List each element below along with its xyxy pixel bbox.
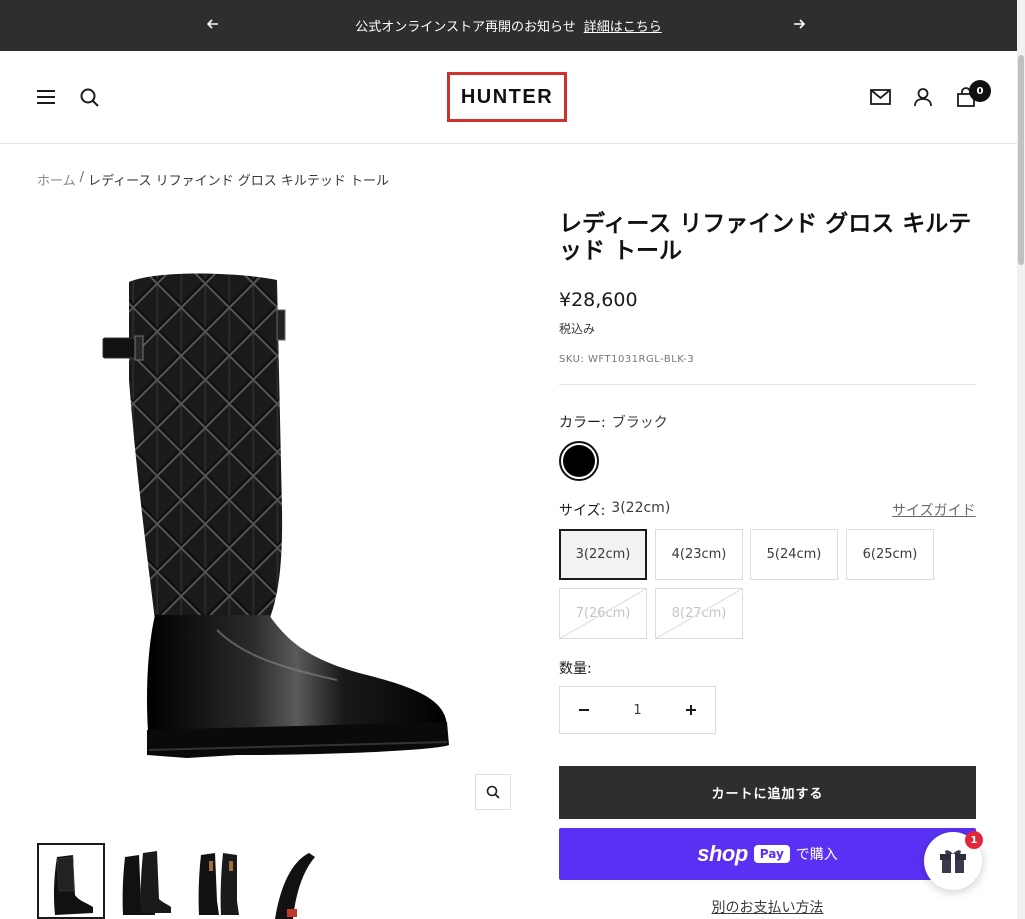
announcement-text: 公式オンラインストア再開のお知らせ [355, 20, 576, 35]
site-header: HUNTER [0, 51, 1017, 144]
quantity-label-row: 数量: [559, 658, 592, 678]
color-label-row: カラー: ブラック [559, 412, 668, 432]
size-label: サイズ: [559, 503, 606, 519]
quantity-stepper: 1 [559, 686, 716, 734]
shop-pay-button[interactable]: shop Pay で購入 [559, 828, 976, 880]
quantity-label: 数量: [559, 661, 592, 677]
breadcrumb-current: レディース リファインド グロス キルテッド トール [88, 174, 389, 189]
menu-icon[interactable] [35, 86, 57, 108]
logo-text: HUNTER [460, 85, 554, 108]
product-sku: SKU: WFT1031RGL-BLK-3 [559, 354, 695, 365]
add-to-cart-button[interactable]: カートに追加する [559, 766, 976, 819]
size-value: 3(22cm) [611, 500, 671, 516]
search-icon[interactable] [78, 86, 100, 108]
size-label-row: サイズ: 3(22cm) [559, 500, 670, 520]
product-price: ¥28,600 [559, 289, 638, 311]
gift-notification-badge: 1 [965, 831, 983, 849]
zoom-button[interactable] [475, 774, 511, 810]
shop-pay-buy-label: で購入 [795, 847, 838, 863]
product-main-image[interactable] [37, 210, 527, 830]
product-thumbnail[interactable] [37, 843, 105, 919]
size-option[interactable]: 3(22cm) [559, 529, 647, 580]
color-label: カラー: [559, 415, 606, 431]
account-icon[interactable] [912, 86, 934, 108]
size-option[interactable]: 5(24cm) [750, 529, 838, 580]
scrollbar-thumb[interactable] [1018, 55, 1024, 265]
tax-note: 税込み [559, 322, 596, 336]
breadcrumb-home[interactable]: ホーム [37, 170, 76, 189]
product-thumbnail[interactable] [189, 843, 257, 919]
announcement-message: 公式オンラインストア再開のお知らせ 詳細はこちら [355, 16, 662, 35]
product-thumbnail[interactable] [113, 843, 181, 919]
size-option-unavailable[interactable]: 8(27cm) [655, 588, 743, 639]
gift-icon [940, 850, 966, 873]
product-thumbnail[interactable] [265, 843, 333, 919]
breadcrumb: ホーム / レディース リファインド グロス キルテッド トール [37, 170, 389, 189]
size-option[interactable]: 6(25cm) [846, 529, 934, 580]
product-title: レディース リファインド グロス キルテッド トール [559, 211, 972, 264]
page-scrollbar[interactable] [1017, 0, 1025, 919]
quantity-value[interactable]: 1 [608, 703, 667, 718]
announcement-bar: 公式オンラインストア再開のお知らせ 詳細はこちら [0, 0, 1017, 51]
plus-icon[interactable] [667, 687, 715, 733]
cart-count-badge: 0 [969, 80, 991, 102]
size-option[interactable]: 4(23cm) [655, 529, 743, 580]
zoom-icon [486, 785, 500, 799]
shop-pay-logo-text: shop [697, 841, 748, 866]
other-payment-link[interactable]: 別のお支払い方法 [559, 897, 976, 917]
size-option-unavailable[interactable]: 7(26cm) [559, 588, 647, 639]
color-swatch-black[interactable] [559, 441, 599, 481]
mail-icon[interactable] [869, 86, 891, 108]
breadcrumb-separator: / [79, 170, 85, 185]
divider [559, 384, 976, 385]
minus-icon[interactable] [560, 687, 608, 733]
arrow-left-icon[interactable] [205, 16, 221, 32]
arrow-right-icon[interactable] [791, 16, 807, 32]
color-value: ブラック [611, 415, 668, 431]
announcement-link[interactable]: 詳細はこちら [584, 16, 662, 35]
size-guide-link[interactable]: サイズガイド [892, 500, 976, 520]
hunter-logo[interactable]: HUNTER [447, 72, 567, 122]
shop-pay-badge: Pay [753, 845, 790, 863]
